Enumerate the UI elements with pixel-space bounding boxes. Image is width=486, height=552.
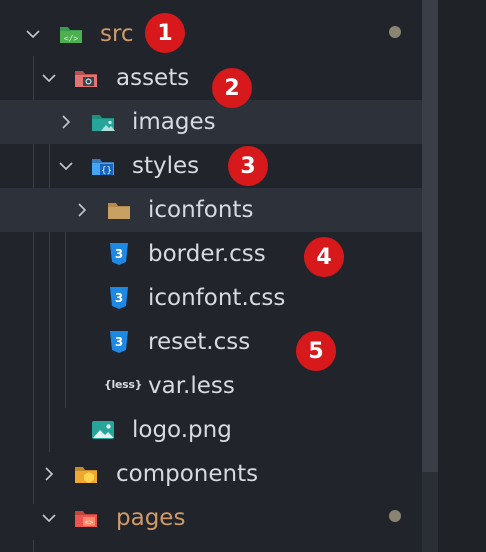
chevron-down-icon bbox=[26, 30, 40, 39]
tree-item-src[interactable]: </> src bbox=[0, 12, 422, 56]
tree-item-components[interactable]: components bbox=[0, 452, 422, 496]
image-file-icon bbox=[92, 421, 114, 439]
tree-item-border-css[interactable]: 3 border.css bbox=[0, 232, 422, 276]
tree-item-label: var.less bbox=[148, 373, 235, 399]
tree-item-label: iconfont.css bbox=[148, 285, 286, 311]
folder-pages-icon: <> bbox=[75, 511, 97, 527]
tree-item-iconfont-css[interactable]: 3 iconfont.css bbox=[0, 276, 422, 320]
folder-icon bbox=[108, 203, 130, 219]
folder-src-icon: </> bbox=[60, 27, 82, 43]
folder-assets-icon bbox=[75, 71, 97, 87]
svg-text:{}: {} bbox=[101, 166, 112, 176]
tree-item-label: images bbox=[132, 109, 216, 135]
less-icon: {less} bbox=[104, 378, 143, 391]
vertical-scrollbar-thumb[interactable] bbox=[422, 0, 438, 472]
modified-indicator-dot bbox=[389, 26, 401, 38]
chevron-right-icon bbox=[45, 467, 54, 481]
tree-item-var-less[interactable]: {less} var.less bbox=[0, 364, 422, 408]
folder-styles-icon: {} bbox=[92, 159, 114, 176]
tree-item-reset-css[interactable]: 3 reset.css bbox=[0, 320, 422, 364]
css3-icon: 3 bbox=[110, 243, 128, 265]
folder-components-icon bbox=[75, 467, 97, 483]
chevron-down-icon bbox=[42, 514, 56, 523]
tree-item-label: src bbox=[100, 21, 134, 47]
tree-item-label: components bbox=[116, 461, 259, 487]
chevron-down-icon bbox=[42, 74, 56, 83]
tree-item-label: assets bbox=[116, 65, 190, 91]
annotation-badge-5: 5 bbox=[296, 331, 336, 371]
indent-guide-pages bbox=[33, 540, 34, 552]
file-explorer-tree: </> src assets images {} styles iconfont… bbox=[0, 0, 422, 552]
tree-item-logo-png[interactable]: logo.png bbox=[0, 408, 422, 452]
css3-icon: 3 bbox=[110, 331, 128, 353]
css3-icon: 3 bbox=[110, 287, 128, 309]
tree-item-pages[interactable]: <> pages bbox=[0, 496, 422, 540]
modified-indicator-dot bbox=[389, 510, 401, 522]
tree-item-label: border.css bbox=[148, 241, 266, 267]
tree-item-assets[interactable]: assets bbox=[0, 56, 422, 100]
chevron-down-icon bbox=[59, 162, 73, 171]
editor-edge-panel bbox=[438, 0, 486, 552]
annotation-badge-1: 1 bbox=[145, 13, 185, 53]
tree-item-styles[interactable]: {} styles bbox=[0, 144, 422, 188]
tree-item-label: reset.css bbox=[148, 329, 251, 355]
annotation-badge-4: 4 bbox=[304, 237, 344, 277]
svg-text:<>: <> bbox=[85, 519, 93, 527]
tree-item-label: logo.png bbox=[132, 417, 232, 443]
tree-item-label: iconfonts bbox=[148, 197, 254, 223]
chevron-right-icon bbox=[62, 115, 71, 129]
folder-images-icon bbox=[92, 115, 115, 131]
annotation-badge-2: 2 bbox=[212, 68, 252, 108]
tree-item-label: styles bbox=[132, 153, 200, 179]
chevron-right-icon bbox=[78, 203, 87, 217]
tree-item-label: pages bbox=[116, 505, 186, 531]
svg-text:3: 3 bbox=[115, 291, 123, 305]
svg-text:</>: </> bbox=[64, 34, 79, 43]
svg-text:3: 3 bbox=[115, 247, 123, 261]
tree-item-images[interactable]: images bbox=[0, 100, 422, 144]
annotation-badge-3: 3 bbox=[228, 146, 268, 186]
tree-item-iconfonts[interactable]: iconfonts bbox=[0, 188, 422, 232]
svg-text:3: 3 bbox=[115, 335, 123, 349]
